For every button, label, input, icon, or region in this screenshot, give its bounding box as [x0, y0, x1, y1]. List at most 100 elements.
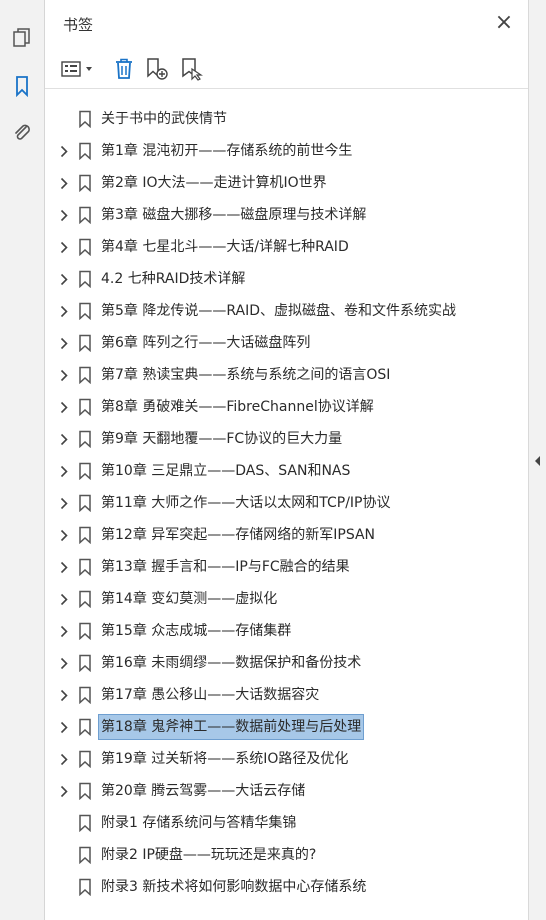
bookmark-label[interactable]: 第7章 熟读宝典——系统与系统之间的语言OSI	[99, 363, 392, 387]
bookmark-item-icon	[77, 653, 93, 673]
expand-chevron-icon[interactable]	[57, 142, 71, 160]
bookmark-item-icon	[77, 589, 93, 609]
expand-chevron-icon[interactable]	[57, 270, 71, 288]
options-menu-button[interactable]	[59, 54, 97, 84]
bookmark-row[interactable]: 第20章 腾云驾雾——大话云存储	[45, 778, 507, 804]
bookmark-row[interactable]: 第14章 变幻莫测——虚拟化	[45, 586, 507, 612]
expand-chevron-icon[interactable]	[57, 782, 71, 800]
bookmark-row[interactable]: 第12章 异军突起——存储网络的新军IPSAN	[45, 522, 507, 548]
bookmark-item-icon	[77, 141, 93, 161]
bookmark-label[interactable]: 第14章 变幻莫测——虚拟化	[99, 587, 279, 611]
expand-chevron-icon[interactable]	[57, 238, 71, 256]
expand-chevron-icon[interactable]	[57, 526, 71, 544]
bookmark-label[interactable]: 第19章 过关斩将——系统IO路径及优化	[99, 747, 350, 771]
expand-chevron-icon[interactable]	[57, 334, 71, 352]
bookmark-label[interactable]: 第12章 异军突起——存储网络的新军IPSAN	[99, 523, 377, 547]
bookmark-item-icon	[77, 621, 93, 641]
bookmark-item-icon	[77, 813, 93, 833]
bookmark-row[interactable]: 第13章 握手言和——IP与FC融合的结果	[45, 554, 507, 580]
bookmark-label[interactable]: 第8章 勇破难关——FibreChannel协议详解	[99, 395, 376, 419]
bookmark-label[interactable]: 第5章 降龙传说——RAID、虚拟磁盘、卷和文件系统实战	[99, 299, 458, 323]
bookmark-label[interactable]: 第20章 腾云驾雾——大话云存储	[99, 779, 307, 803]
bookmark-from-selection-icon	[182, 58, 203, 81]
bookmark-from-selection-button[interactable]	[178, 54, 206, 84]
delete-bookmark-button[interactable]	[111, 54, 137, 84]
expand-chevron-icon[interactable]	[57, 366, 71, 384]
panel-collapse-strip[interactable]	[528, 0, 546, 920]
bookmark-label[interactable]: 第15章 众志成城——存储集群	[99, 619, 293, 643]
bookmark-row[interactable]: 第10章 三足鼎立——DAS、SAN和NAS	[45, 458, 507, 484]
bookmark-row[interactable]: 附录1 存储系统问与答精华集锦	[45, 810, 507, 836]
bookmark-row[interactable]: 附录2 IP硬盘——玩玩还是来真的?	[45, 842, 507, 868]
bookmark-item-icon	[77, 237, 93, 257]
bookmark-label[interactable]: 第2章 IO大法——走进计算机IO世界	[99, 171, 329, 195]
expand-chevron-icon[interactable]	[57, 206, 71, 224]
bookmark-label[interactable]: 第9章 天翻地覆——FC协议的巨大力量	[99, 427, 344, 451]
bookmarks-toolbar	[45, 50, 528, 89]
bookmark-label[interactable]: 第16章 未雨绸缪——数据保护和备份技术	[99, 651, 363, 675]
bookmark-row[interactable]: 关于书中的武侠情节	[45, 106, 507, 132]
bookmark-label[interactable]: 第11章 大师之作——大话以太网和TCP/IP协议	[99, 491, 393, 515]
bookmark-label[interactable]: 第13章 握手言和——IP与FC融合的结果	[99, 555, 352, 579]
bookmark-row[interactable]: 第18章 鬼斧神工——数据前处理与后处理	[45, 714, 507, 740]
expand-chevron-icon[interactable]	[57, 654, 71, 672]
bookmark-list: 关于书中的武侠情节第1章 混沌初开——存储系统的前世今生 第2章 IO大法——走进…	[45, 90, 507, 920]
expand-chevron-icon[interactable]	[57, 398, 71, 416]
bookmark-label[interactable]: 第1章 混沌初开——存储系统的前世今生	[99, 139, 354, 163]
bookmark-item-icon	[77, 109, 93, 129]
bookmark-icon[interactable]	[8, 72, 36, 100]
bookmark-label[interactable]: 附录1 存储系统问与答精华集锦	[99, 811, 298, 835]
bookmark-row[interactable]: 附录3 新技术将如何影响数据中心存储系统	[45, 874, 507, 900]
bookmark-label[interactable]: 第10章 三足鼎立——DAS、SAN和NAS	[99, 459, 352, 483]
new-bookmark-button[interactable]	[143, 54, 171, 84]
bookmark-row[interactable]: 第16章 未雨绸缪——数据保护和备份技术	[45, 650, 507, 676]
bookmark-row[interactable]: 第6章 阵列之行——大话磁盘阵列	[45, 330, 507, 356]
bookmark-label[interactable]: 关于书中的武侠情节	[99, 107, 229, 131]
new-bookmark-icon	[147, 58, 168, 80]
bookmark-label[interactable]: 第17章 愚公移山——大话数据容灾	[99, 683, 321, 707]
options-menu-icon	[61, 61, 92, 77]
bookmark-row[interactable]: 第15章 众志成城——存储集群	[45, 618, 507, 644]
expand-chevron-icon[interactable]	[57, 174, 71, 192]
bookmark-row[interactable]: 第7章 熟读宝典——系统与系统之间的语言OSI	[45, 362, 507, 388]
expand-chevron-icon[interactable]	[57, 494, 71, 512]
bookmark-label[interactable]: 第3章 磁盘大挪移——磁盘原理与技术详解	[99, 203, 368, 227]
bookmark-row[interactable]: 第19章 过关斩将——系统IO路径及优化	[45, 746, 507, 772]
bookmark-item-icon	[77, 557, 93, 577]
expand-chevron-icon[interactable]	[57, 686, 71, 704]
bookmark-item-icon	[77, 717, 93, 737]
bookmark-label[interactable]: 附录2 IP硬盘——玩玩还是来真的?	[99, 843, 318, 867]
expand-chevron-icon[interactable]	[57, 558, 71, 576]
bookmark-label[interactable]: 第4章 七星北斗——大话/详解七种RAID	[99, 235, 351, 259]
expand-chevron-icon[interactable]	[57, 750, 71, 768]
expand-chevron-icon[interactable]	[57, 302, 71, 320]
bookmark-row[interactable]: 4.2 七种RAID技术详解	[45, 266, 507, 292]
bookmark-row[interactable]: 第9章 天翻地覆——FC协议的巨大力量	[45, 426, 507, 452]
bookmark-row[interactable]: 第1章 混沌初开——存储系统的前世今生	[45, 138, 507, 164]
attachment-icon[interactable]	[8, 118, 36, 146]
bookmark-row[interactable]: 第3章 磁盘大挪移——磁盘原理与技术详解	[45, 202, 507, 228]
close-button[interactable]: ×	[492, 10, 516, 35]
bookmark-row[interactable]: 第8章 勇破难关——FibreChannel协议详解	[45, 394, 507, 420]
bookmark-row[interactable]: 第17章 愚公移山——大话数据容灾	[45, 682, 507, 708]
bookmarks-panel: 书签 × 关于书中的武侠情节 第1章 混沌初开——存储系统的前世今生 第2章 IO大…	[45, 0, 528, 920]
bookmark-label[interactable]: 附录3 新技术将如何影响数据中心存储系统	[99, 875, 368, 899]
bookmark-item-icon	[77, 365, 93, 385]
bookmark-row[interactable]: 第2章 IO大法——走进计算机IO世界	[45, 170, 507, 196]
bookmark-row[interactable]: 第11章 大师之作——大话以太网和TCP/IP协议	[45, 490, 507, 516]
expand-chevron-icon[interactable]	[57, 462, 71, 480]
expand-chevron-icon[interactable]	[57, 622, 71, 640]
bookmark-label[interactable]: 第18章 鬼斧神工——数据前处理与后处理	[97, 714, 365, 740]
expand-chevron-icon[interactable]	[57, 430, 71, 448]
expand-chevron-icon[interactable]	[57, 590, 71, 608]
bookmark-label[interactable]: 第6章 阵列之行——大话磁盘阵列	[99, 331, 312, 355]
bookmark-item-icon	[77, 877, 93, 897]
bookmark-row[interactable]: 第5章 降龙传说——RAID、虚拟磁盘、卷和文件系统实战	[45, 298, 507, 324]
bookmark-item-icon	[77, 397, 93, 417]
collapse-arrow-icon[interactable]	[533, 452, 543, 470]
expand-chevron-icon[interactable]	[57, 718, 71, 736]
bookmark-item-icon	[77, 269, 93, 289]
bookmark-row[interactable]: 第4章 七星北斗——大话/详解七种RAID	[45, 234, 507, 260]
bookmark-label[interactable]: 4.2 七种RAID技术详解	[99, 267, 247, 291]
pages-icon[interactable]	[8, 24, 36, 52]
